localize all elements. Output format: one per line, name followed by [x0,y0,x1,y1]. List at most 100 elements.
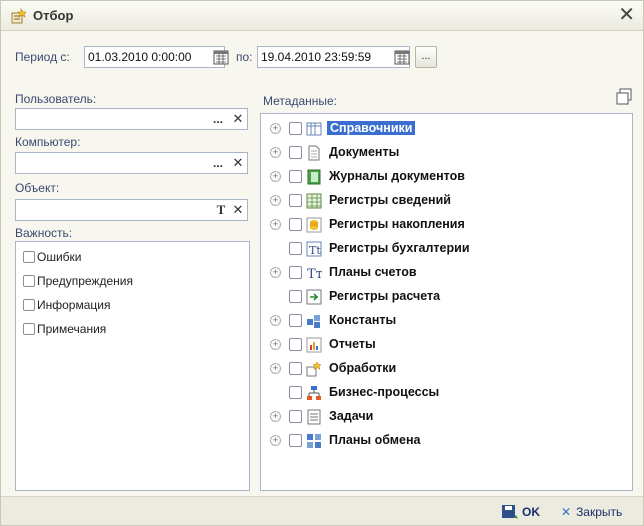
tree-item-information-registers[interactable]: + Регистры сведений [261,190,632,212]
tree-item-exchange-plans[interactable]: + Планы обмена [261,430,632,452]
tree-item-label: Константы [329,313,397,327]
choose-button[interactable]: ... [209,110,227,128]
tree-item-business-processes[interactable]: Бизнес-процессы [261,382,632,404]
expand-icon[interactable]: + [270,315,281,326]
clear-icon[interactable]: ✕ [229,154,247,172]
period-from-field[interactable]: 01.03.2010 0:00:00 [84,46,225,68]
tree-item-reports[interactable]: + Отчеты [261,334,632,356]
user-input[interactable]: ... ✕ [15,108,248,130]
importance-errors[interactable]: Ошибки [23,248,82,266]
tree-item-label: Планы счетов [329,265,417,279]
tree-item-label: Обработки [329,361,397,375]
tree-item-label: Отчеты [329,337,376,351]
tree-item-accounting-registers[interactable]: Tt Регистры бухгалтерии [261,238,632,260]
checkbox[interactable] [289,362,302,375]
svg-text:Tt: Tt [309,244,321,257]
expand-icon[interactable]: + [270,147,281,158]
expand-icon[interactable]: + [270,363,281,374]
expand-icon[interactable]: + [270,435,281,446]
importance-warnings[interactable]: Предупреждения [23,272,133,290]
importance-label: Важность: [15,226,73,240]
tree-item-catalogs[interactable]: + Справочники [261,118,632,140]
copy-icon[interactable] [615,88,633,106]
tree-item-label: Регистры сведений [329,193,451,207]
expand-icon[interactable]: + [270,339,281,350]
checkbox[interactable] [289,314,302,327]
tree-item-label: Регистры расчета [329,289,441,303]
expand-icon[interactable]: + [270,411,281,422]
tree-item-label: Регистры бухгалтерии [329,241,470,255]
document-journals-icon [307,169,321,185]
tree-item-label: Справочники [327,121,416,135]
tree-item-documents[interactable]: + Документы [261,142,632,164]
documents-icon [308,145,320,161]
checkbox[interactable] [289,338,302,351]
expand-icon[interactable]: + [270,195,281,206]
tree-item-label: Журналы документов [329,169,465,183]
checkbox[interactable] [289,386,302,399]
checkbox[interactable] [23,251,35,263]
period-to-field[interactable]: 19.04.2010 23:59:59 [257,46,410,68]
checkbox[interactable] [23,323,35,335]
clear-icon[interactable]: ✕ [229,110,247,128]
checkbox[interactable] [289,290,302,303]
constants-icon [307,315,320,328]
close-button[interactable]: ✕ Закрыть [561,503,622,521]
charts-of-accounts-icon: Tт [307,267,322,281]
ok-button[interactable]: OK [501,503,540,521]
calendar-icon[interactable] [213,49,229,65]
title-bar: Отбор ✕ [1,1,643,31]
choose-button[interactable]: ... [209,154,227,172]
importance-warnings-label: Предупреждения [37,274,133,288]
checkbox[interactable] [289,266,302,279]
tree-item-accumulation-registers[interactable]: + Регистры накопления [261,214,632,236]
type-select-button[interactable]: T [212,201,230,219]
expand-icon[interactable]: + [270,219,281,230]
expand-icon[interactable]: + [270,123,281,134]
checkbox[interactable] [289,410,302,423]
tree-item-label: Задачи [329,409,374,423]
object-input[interactable]: T ✕ [15,199,248,221]
information-registers-icon [306,193,322,209]
period-to-value: 19.04.2010 23:59:59 [261,50,372,64]
computer-input[interactable]: ... ✕ [15,152,248,174]
clear-icon[interactable]: ✕ [229,201,247,219]
user-label: Пользователь: [15,92,97,106]
expand-icon[interactable]: + [270,267,281,278]
save-icon [502,505,518,519]
reports-icon [306,337,322,353]
checkbox[interactable] [289,146,302,159]
checkbox[interactable] [23,275,35,287]
checkbox[interactable] [289,218,302,231]
checkbox[interactable] [23,299,35,311]
checkbox[interactable] [289,434,302,447]
importance-information-label: Информация [37,298,111,312]
tree-item-charts-of-accounts[interactable]: + Tт Планы счетов [261,262,632,284]
checkbox[interactable] [289,242,302,255]
close-icon[interactable]: ✕ [618,4,635,26]
importance-notes-label: Примечания [37,322,107,336]
metadata-label: Метаданные: [263,94,338,108]
tree-item-document-journals[interactable]: + Журналы документов [261,166,632,188]
checkbox[interactable] [289,122,302,135]
calendar-icon[interactable] [394,49,410,65]
ok-button-label: OK [522,505,540,519]
dialog-title: Отбор [33,8,74,23]
exchange-plans-icon [307,434,321,448]
importance-information[interactable]: Информация [23,296,110,314]
object-label: Объект: [15,181,60,195]
checkbox[interactable] [289,194,302,207]
importance-notes[interactable]: Примечания [23,320,106,338]
importance-errors-label: Ошибки [37,250,82,264]
tree-item-data-processors[interactable]: + Обработки [261,358,632,380]
period-select-button[interactable]: ... [415,46,437,68]
metadata-tree[interactable]: + Справочники + Документы + Журналы доку… [260,113,633,491]
expand-icon[interactable]: + [270,171,281,182]
tree-item-constants[interactable]: + Константы [261,310,632,332]
tree-item-calculation-registers[interactable]: Регистры расчета [261,286,632,308]
period-from-label: Период с: [15,50,70,64]
checkbox[interactable] [289,170,302,183]
tree-item-tasks[interactable]: + Задачи [261,406,632,428]
data-processors-icon [306,361,322,377]
close-icon: ✕ [561,505,572,519]
